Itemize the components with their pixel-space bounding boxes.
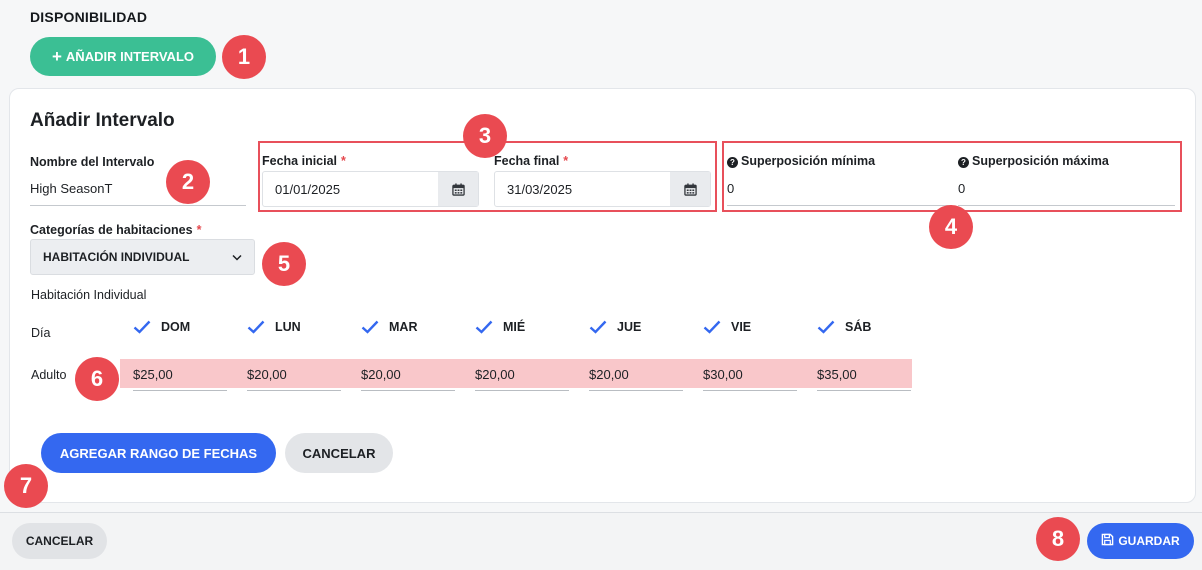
adult-price-highlight [120,359,912,388]
save-icon [1101,533,1114,549]
price-underline [589,390,683,391]
check-icon [703,320,721,334]
annotation-badge-3: 3 [463,114,507,158]
check-icon [817,320,835,334]
question-circle-icon[interactable]: ? [727,157,738,168]
check-icon [133,320,151,334]
end-date-label: Fecha final * [494,154,569,168]
day-checkbox-vie[interactable]: VIE [703,320,751,334]
room-name-label: Habitación Individual [31,288,147,302]
min-overlap-label: ? Superposición mínima [727,154,875,168]
check-icon [475,320,493,334]
adult-price-input-lun[interactable]: $20,00 [247,367,287,382]
chevron-down-icon [232,250,242,264]
calendar-icon[interactable] [670,172,710,206]
end-date-input[interactable]: 31/03/2025 [494,171,711,207]
day-checkbox-mie[interactable]: MIÉ [475,320,525,334]
add-date-range-button[interactable]: AGREGAR RANGO DE FECHAS [41,433,276,473]
max-overlap-input[interactable]: 0 [958,181,965,196]
end-date-value: 31/03/2025 [507,181,573,197]
day-checkbox-mar[interactable]: MAR [361,320,417,334]
adult-price-input-sab[interactable]: $35,00 [817,367,857,382]
day-checkbox-jue[interactable]: JUE [589,320,641,334]
annotation-badge-4: 4 [929,205,973,249]
price-underline [817,390,911,391]
day-checkbox-lun[interactable]: LUN [247,320,301,334]
interval-name-input[interactable]: High SeasonT [30,181,112,196]
max-overlap-label: ? Superposición máxima [958,154,1109,168]
price-underline [475,390,569,391]
footer-cancel-button[interactable]: CANCELAR [12,523,107,559]
check-icon [589,320,607,334]
min-overlap-input[interactable]: 0 [727,181,734,196]
add-interval-label: AÑADIR INTERVALO [65,49,194,64]
day-checkbox-dom[interactable]: DOM [133,320,190,334]
start-date-input[interactable]: 01/01/2025 [262,171,479,207]
annotation-badge-2: 2 [166,160,210,204]
annotation-badge-1: 1 [222,35,266,79]
overlap-highlight [722,141,1182,212]
annotation-badge-8: 8 [1036,517,1080,561]
footer-bar [0,512,1202,570]
adult-price-input-jue[interactable]: $20,00 [589,367,629,382]
plus-icon: + [51,47,62,66]
room-categories-label: Categorías de habitaciones * [30,223,202,237]
price-underline [133,390,227,391]
price-underline [247,390,341,391]
min-overlap-underline [727,205,952,206]
room-categories-selected: HABITACIÓN INDIVIDUAL [43,250,190,264]
check-icon [361,320,379,334]
day-row-label: Día [31,326,51,340]
check-icon [247,320,265,334]
annotation-badge-6: 6 [75,357,119,401]
calendar-icon[interactable] [438,172,478,206]
card-title: Añadir Intervalo [30,110,175,131]
card-cancel-button[interactable]: CANCELAR [285,433,393,473]
adult-price-input-mie[interactable]: $20,00 [475,367,515,382]
question-circle-icon[interactable]: ? [958,157,969,168]
add-interval-button[interactable]: + AÑADIR INTERVALO [30,37,216,76]
interval-name-label: Nombre del Intervalo [30,155,155,169]
save-button[interactable]: GUARDAR [1087,523,1194,559]
adult-price-input-vie[interactable]: $30,00 [703,367,743,382]
price-underline [361,390,455,391]
price-underline [703,390,797,391]
day-checkbox-sab[interactable]: SÁB [817,320,871,334]
save-label: GUARDAR [1118,534,1180,548]
interval-name-underline [30,205,246,206]
section-title: DISPONIBILIDAD [30,9,148,25]
start-date-label: Fecha inicial * [262,154,346,168]
adult-row-label: Adulto [31,368,67,382]
start-date-value: 01/01/2025 [275,181,341,197]
max-overlap-underline [958,205,1175,206]
room-categories-select[interactable]: HABITACIÓN INDIVIDUAL [30,239,255,275]
adult-price-input-mar[interactable]: $20,00 [361,367,401,382]
availability-page: DISPONIBILIDAD + AÑADIR INTERVALO Añadir… [0,0,1202,570]
annotation-badge-5: 5 [262,242,306,286]
annotation-badge-7: 7 [4,464,48,508]
adult-price-input-dom[interactable]: $25,00 [133,367,173,382]
